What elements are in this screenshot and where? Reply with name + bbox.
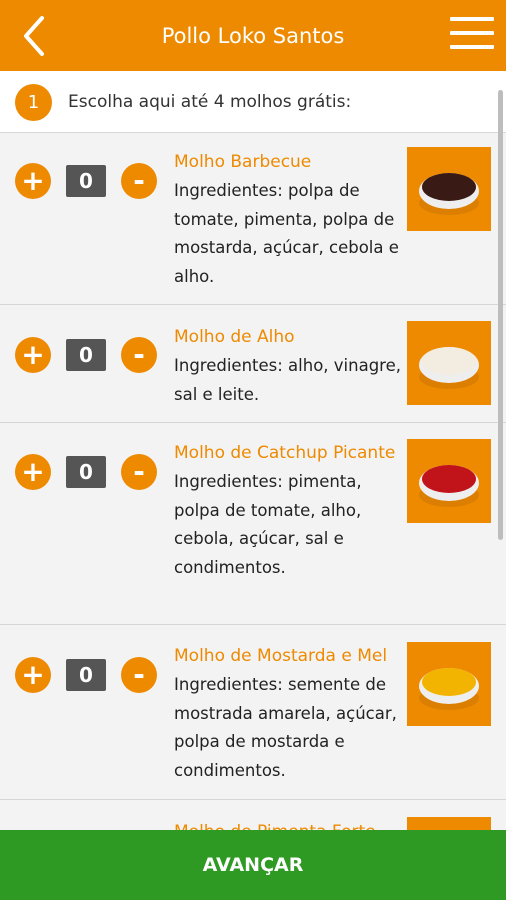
sauce-fill [422,465,476,493]
decrease-button[interactable]: - [121,657,157,693]
sauce-fill [422,668,476,696]
increase-button[interactable]: + [15,454,51,490]
sauce-image [407,439,491,523]
sauce-name: Molho Barbecue [174,152,312,172]
sauce-ingredients: Ingredientes: polpa de tomate, pimenta, … [174,181,399,286]
app-header: Pollo Loko Santos [0,0,506,71]
sauce-image [407,321,491,405]
increase-button[interactable]: + [15,337,51,373]
sauce-image [407,817,491,830]
list-item: + 0 - Molho de Mostarda e Mel Ingredient… [0,625,506,800]
sauce-list: + 0 - Molho Barbecue Ingredientes: polpa… [0,133,506,830]
sauce-name: Molho de Alho [174,327,295,347]
increase-button[interactable]: + [15,657,51,693]
decrease-button[interactable]: - [121,163,157,199]
decrease-button[interactable]: - [121,337,157,373]
list-item: + 0 - Molho de Alho Ingredientes: alho, … [0,305,506,423]
list-item: + 0 - Molho de Pimenta Forte [0,800,506,830]
page-title: Pollo Loko Santos [161,24,345,48]
step-instruction: Escolha aqui até 4 molhos grátis: [68,92,352,112]
quantity-value: 0 [66,456,106,488]
list-item: + 0 - Molho Barbecue Ingredientes: polpa… [0,133,506,305]
sauce-name: Molho de Catchup Picante [174,443,396,463]
quantity-value: 0 [66,659,106,691]
sauce-fill [422,347,476,375]
sauce-ingredients: Ingredientes: pimenta, polpa de tomate, … [174,472,362,577]
step-banner: 1 Escolha aqui até 4 molhos grátis: [0,71,506,133]
sauce-image [407,147,491,231]
sauce-ingredients: Ingredientes: semente de mostrada amarel… [174,675,397,780]
sauce-name: Molho de Pimenta Forte [174,818,406,830]
sauce-image [407,642,491,726]
quantity-value: 0 [66,339,106,371]
sauce-fill [422,173,476,201]
advance-button[interactable]: AVANÇAR [0,830,506,900]
menu-icon[interactable] [450,17,494,53]
list-item: + 0 - Molho de Catchup Picante Ingredien… [0,423,506,625]
step-number-badge: 1 [15,84,52,121]
sauce-name: Molho de Mostarda e Mel [174,646,388,666]
decrease-button[interactable]: - [121,454,157,490]
sauce-ingredients: Ingredientes: alho, vinagre, sal e leite… [174,356,402,404]
increase-button[interactable]: + [15,163,51,199]
quantity-value: 0 [66,165,106,197]
scrollbar[interactable] [498,90,503,540]
